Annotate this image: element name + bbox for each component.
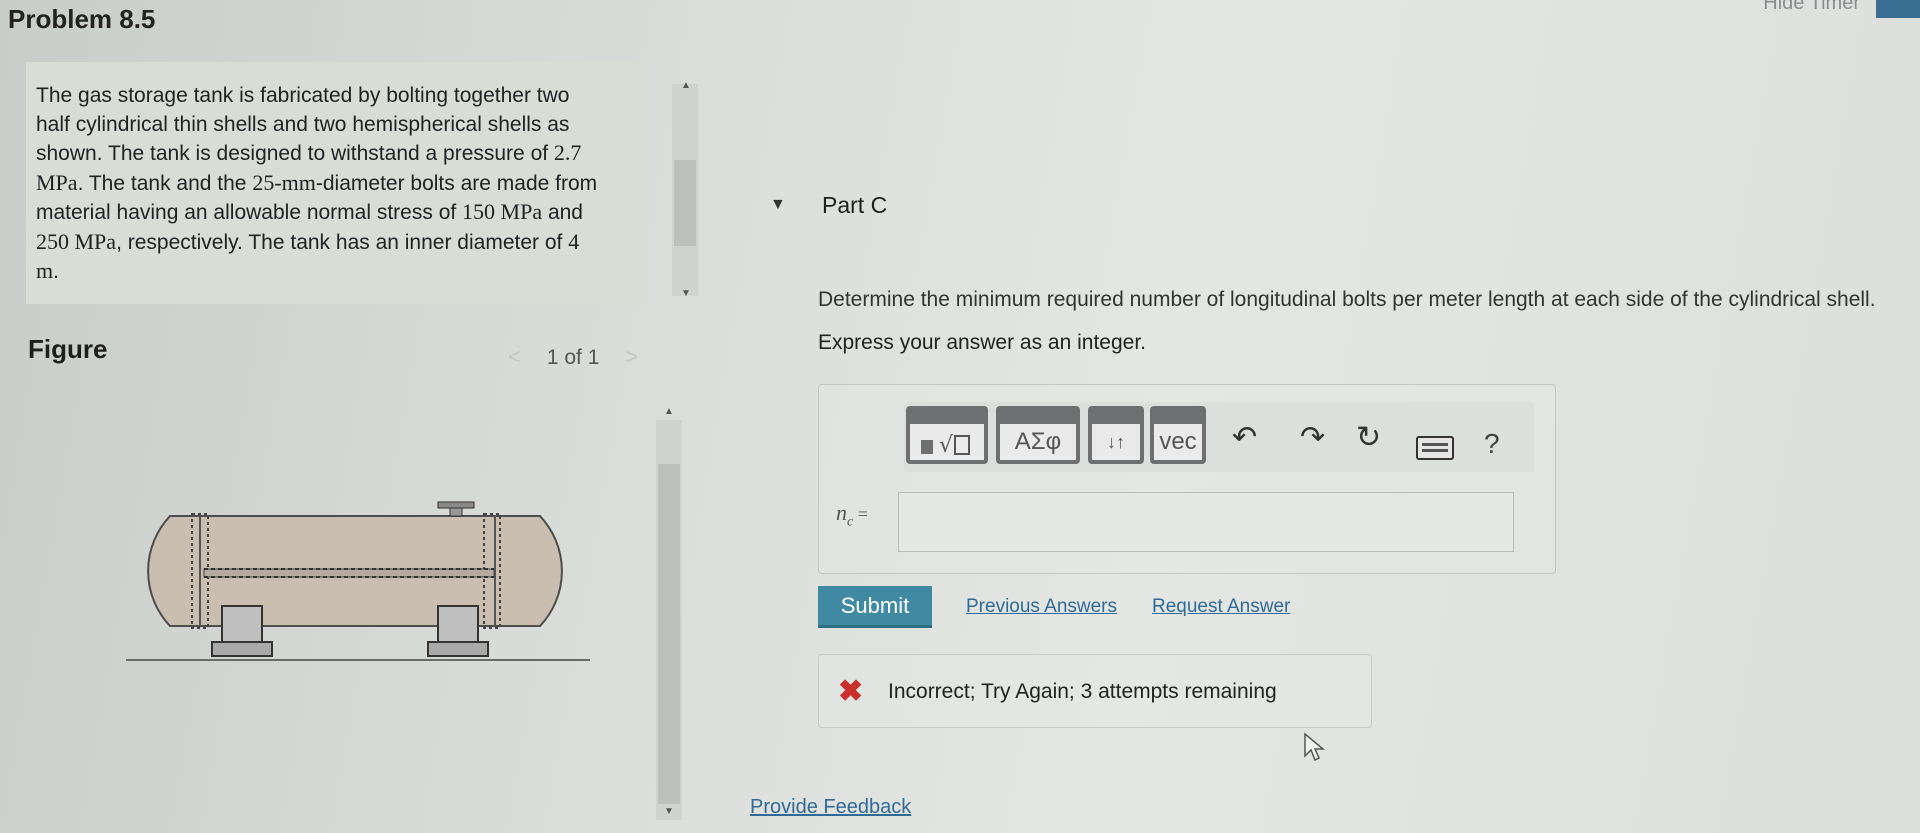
- pager-text: 1 of 1: [546, 346, 600, 369]
- problem-title: Problem 8.5: [8, 4, 156, 34]
- scroll-down-icon[interactable]: ▼: [681, 288, 691, 299]
- reset-icon[interactable]: ↻: [1356, 420, 1381, 455]
- keyboard-icon[interactable]: [1416, 436, 1454, 460]
- statement-text: , respectively. The tank has an inner di…: [116, 230, 569, 254]
- figure-pager: <1 of 1 >: [508, 344, 638, 370]
- bolt-diameter-value: 25-mm: [252, 169, 316, 195]
- part-collapse-icon[interactable]: ▼: [770, 196, 786, 214]
- bolt-stress-value: 250 MPa: [36, 228, 117, 254]
- vector-button[interactable]: vec: [1150, 406, 1206, 464]
- scroll-up-icon[interactable]: ▲: [664, 406, 674, 417]
- figure-label: Figure: [28, 334, 108, 364]
- statement-text: .: [53, 260, 59, 283]
- subscript-superscript-button[interactable]: ↓↑: [1088, 406, 1144, 464]
- mouse-cursor-icon: [1304, 732, 1326, 762]
- incorrect-icon: ✖: [838, 675, 864, 708]
- statement-text: The gas storage tank is fabricated by bo…: [36, 84, 570, 165]
- gas-tank-figure: [126, 501, 590, 661]
- undo-icon[interactable]: ↶: [1232, 420, 1257, 455]
- help-icon[interactable]: ?: [1484, 428, 1500, 460]
- answer-variable-label: nc =: [836, 500, 868, 530]
- statement-text: and: [542, 201, 583, 224]
- vec-label: vec: [1154, 424, 1202, 460]
- provide-feedback-link[interactable]: Provide Feedback: [750, 796, 911, 819]
- greek-symbols-label: ΑΣφ: [1000, 424, 1076, 460]
- previous-answers-link[interactable]: Previous Answers: [966, 596, 1117, 618]
- feedback-message: Incorrect; Try Again; 3 attempts remaini…: [888, 680, 1277, 703]
- submit-button[interactable]: Submit: [818, 586, 932, 628]
- arrows-label: ↓↑: [1092, 424, 1140, 460]
- equals-sign: =: [853, 504, 868, 524]
- request-answer-link[interactable]: Request Answer: [1152, 596, 1290, 618]
- problem-statement: The gas storage tank is fabricated by bo…: [36, 82, 606, 287]
- statement-scrollbar-thumb[interactable]: [674, 160, 696, 246]
- answer-input[interactable]: [898, 492, 1514, 552]
- templates-button[interactable]: √: [906, 406, 988, 464]
- next-figure-icon[interactable]: >: [625, 344, 638, 369]
- svg-text:√: √: [939, 433, 954, 456]
- hide-timer-button[interactable]: Hide Timer: [1763, 0, 1860, 15]
- timer-tab[interactable]: [1876, 0, 1920, 18]
- prev-figure-icon[interactable]: <: [508, 344, 521, 369]
- scroll-up-icon[interactable]: ▲: [681, 80, 691, 91]
- tank-stress-value: 150 MPa: [462, 199, 543, 224]
- statement-text: . The tank and the: [77, 171, 253, 195]
- figure-scrollbar-thumb[interactable]: [658, 464, 680, 804]
- greek-symbols-button[interactable]: ΑΣφ: [996, 406, 1080, 464]
- scroll-down-icon[interactable]: ▼: [664, 806, 674, 817]
- question-text: Determine the minimum required number of…: [818, 288, 1876, 311]
- templates-icon: √: [910, 424, 984, 460]
- answer-instruction: Express your answer as an integer.: [818, 331, 1147, 354]
- variable-n: n: [836, 500, 847, 525]
- part-title: Part C: [822, 192, 888, 218]
- redo-icon[interactable]: ↷: [1300, 420, 1325, 455]
